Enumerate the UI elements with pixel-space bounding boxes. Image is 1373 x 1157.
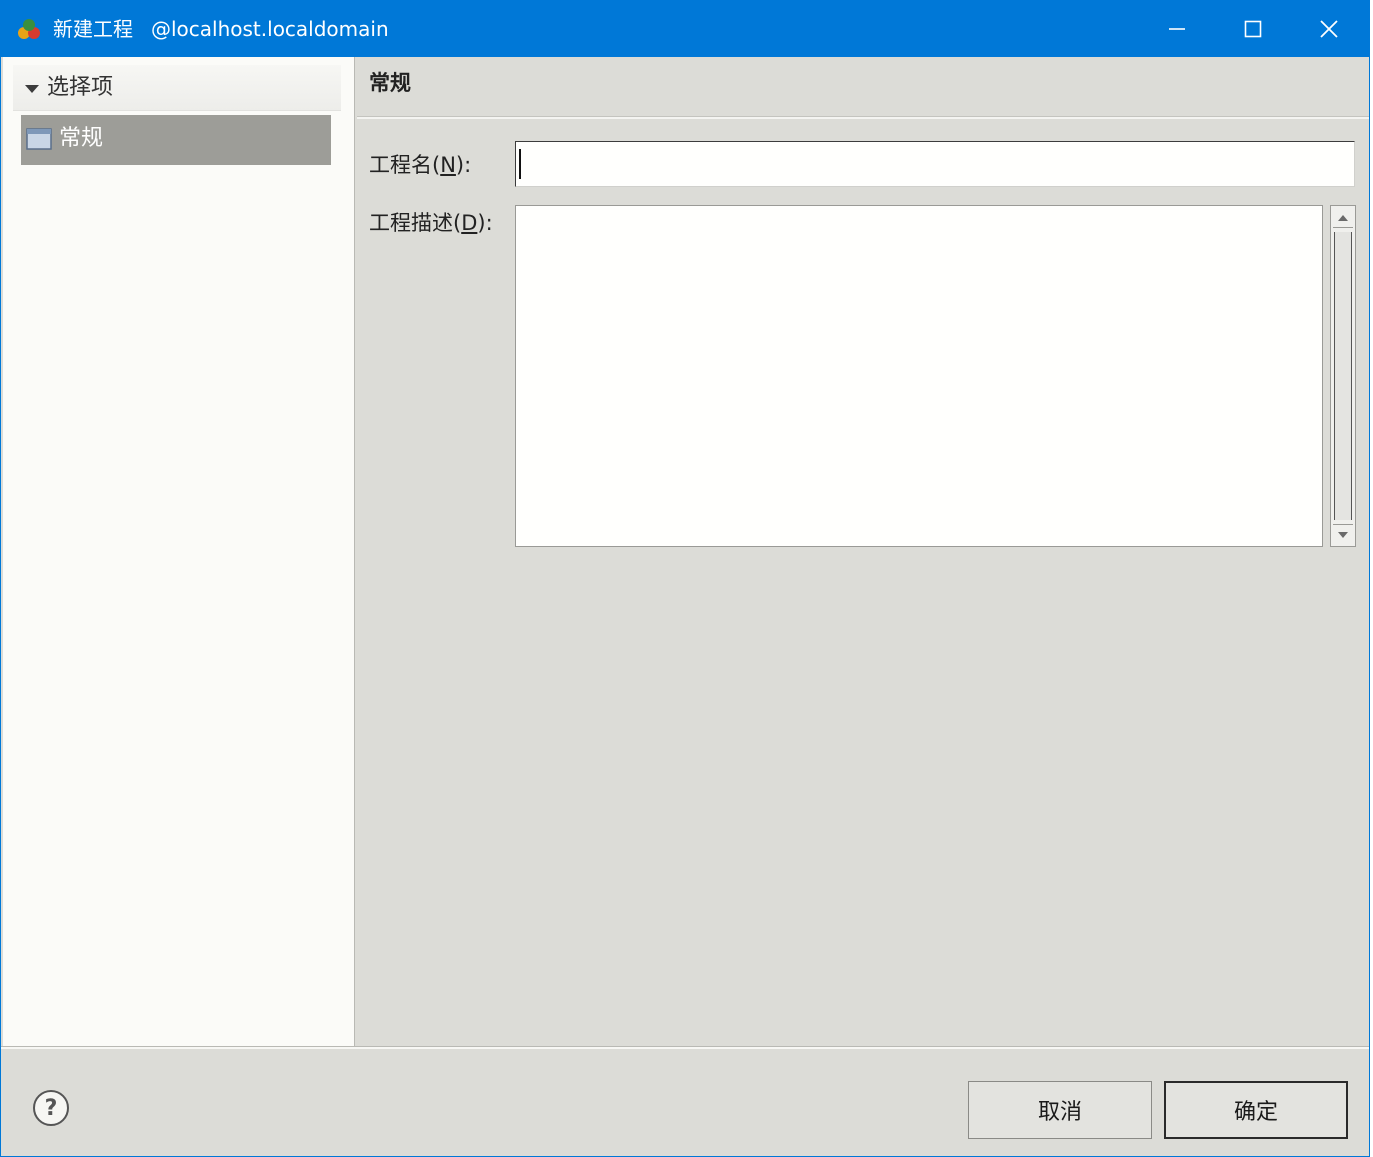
project-name-label: 工程名(N): xyxy=(369,151,471,179)
description-scrollbar[interactable] xyxy=(1330,205,1356,547)
settings-page: 常规 工程名(N): 工程描述(D): xyxy=(357,57,1369,1047)
close-button[interactable] xyxy=(1291,1,1367,57)
help-button[interactable]: ? xyxy=(33,1090,69,1126)
project-name-label-suffix: ): xyxy=(455,153,472,177)
tree-root-label: 选择项 xyxy=(47,75,114,100)
title-bar[interactable]: 新建工程 @localhost.localdomain xyxy=(1,1,1369,57)
new-project-dialog: 新建工程 @localhost.localdomain 选择项 常规 常规 工程名… xyxy=(0,0,1370,1157)
minimize-icon xyxy=(1169,28,1185,30)
window-title: 新建工程 @localhost.localdomain xyxy=(53,15,389,43)
minimize-button[interactable] xyxy=(1139,1,1215,57)
scroll-down-button[interactable] xyxy=(1333,524,1353,544)
project-description-label-suffix: ): xyxy=(477,211,493,235)
close-icon xyxy=(1320,20,1338,38)
options-tree-pane: 选择项 常规 xyxy=(3,57,355,1047)
project-description-mnemonic: D xyxy=(461,211,478,235)
maximize-icon xyxy=(1244,20,1262,38)
scrollbar-track[interactable] xyxy=(1334,232,1352,520)
cancel-button[interactable]: 取消 xyxy=(968,1081,1152,1139)
tree-item-label: 常规 xyxy=(59,126,104,151)
maximize-button[interactable] xyxy=(1215,1,1291,57)
dialog-button-bar: ? 取消 确定 xyxy=(1,1046,1369,1156)
text-caret xyxy=(519,149,521,179)
scroll-up-icon xyxy=(1338,214,1348,221)
window-title-main: 新建工程 xyxy=(53,17,133,41)
project-name-mnemonic: N xyxy=(440,153,456,177)
ok-button[interactable]: 确定 xyxy=(1164,1081,1348,1139)
window-title-host: @localhost.localdomain xyxy=(151,17,389,41)
project-name-input[interactable] xyxy=(515,141,1355,187)
tree-item-general[interactable]: 常规 xyxy=(21,115,331,165)
scroll-down-icon xyxy=(1338,531,1348,538)
page-header: 常规 xyxy=(357,57,1369,119)
expand-arrow-icon[interactable] xyxy=(25,85,39,93)
project-description-label-text: 工程描述( xyxy=(369,211,462,235)
scroll-up-button[interactable] xyxy=(1333,208,1353,228)
project-description-textarea[interactable] xyxy=(515,205,1323,547)
help-icon: ? xyxy=(44,1095,58,1121)
page-title: 常规 xyxy=(369,71,411,95)
project-name-label-text: 工程名( xyxy=(369,153,441,177)
tree-root[interactable]: 选择项 xyxy=(13,65,341,111)
page-icon xyxy=(26,128,52,150)
project-description-label: 工程描述(D): xyxy=(369,209,493,237)
app-logo-icon xyxy=(18,19,40,39)
